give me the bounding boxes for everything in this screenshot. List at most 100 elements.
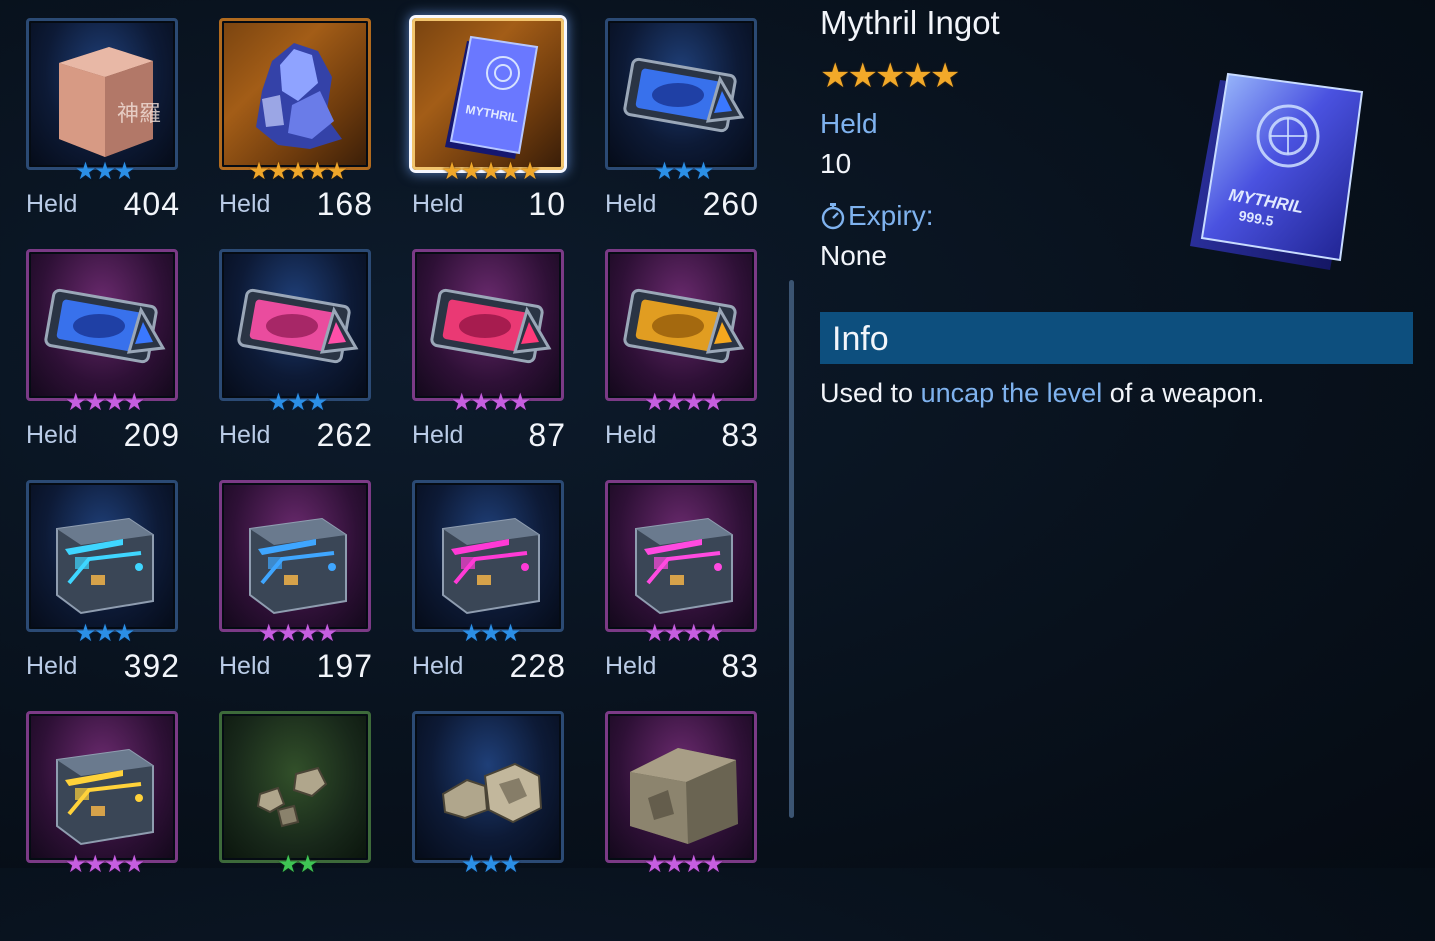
ore-medium-icon: [441, 762, 543, 824]
rarity-stars: ★★★★★: [441, 157, 541, 185]
item-tile[interactable]: [219, 18, 371, 170]
item-tile[interactable]: [605, 480, 757, 632]
item-description: Used to uncap the level of a weapon.: [820, 378, 1264, 409]
held-label: Held: [26, 421, 78, 449]
item-tile[interactable]: [219, 711, 371, 863]
held-count: 168: [316, 186, 373, 222]
held-label: Held: [820, 108, 878, 139]
rarity-stars: ★★★: [460, 850, 522, 878]
item-tile[interactable]: [219, 249, 371, 401]
item-tile[interactable]: [412, 711, 564, 863]
capsule-icon: [623, 288, 745, 364]
held-label: Held: [26, 190, 78, 218]
rarity-stars: ★★★: [267, 388, 329, 416]
inventory-slot[interactable]: ★★★ Held 260: [603, 18, 763, 248]
held-count: 228: [509, 648, 566, 684]
item-tile[interactable]: [412, 480, 564, 632]
mythril-ingot-image: MYTHRIL 999.5: [1190, 72, 1364, 270]
held-value: 10: [820, 148, 852, 179]
item-tile[interactable]: [412, 249, 564, 401]
inventory-slot[interactable]: ★★★★: [24, 711, 184, 941]
expiry-row: Expiry:: [820, 200, 934, 232]
inventory-slot[interactable]: ★★★★★ Held 168: [217, 18, 377, 248]
inventory-slot[interactable]: ★★★★ Held 87: [410, 249, 570, 479]
held-label: Held: [605, 190, 657, 218]
crate-icon: [249, 517, 347, 615]
inventory-slot[interactable]: MYTHRIL ★★★★★ Held 10: [410, 18, 570, 248]
crate-icon: [635, 517, 733, 615]
capsule-icon: [623, 57, 745, 133]
crate-icon: [56, 517, 154, 615]
inventory-grid: 神羅 ★★★ Held 404 ★★★★★ Held 168 MYTHRIL ★★★★★ He…: [0, 0, 790, 877]
held-label: Held: [219, 190, 271, 218]
capsule-icon: [44, 288, 166, 364]
inventory-slot[interactable]: ★★★★ Held 209: [24, 249, 184, 479]
inventory-slot[interactable]: 神羅 ★★★ Held 404: [24, 18, 184, 248]
crystal-icon: [256, 43, 342, 149]
info-heading: Info: [832, 320, 889, 358]
held-count: 260: [702, 186, 759, 222]
svg-text:神羅: 神羅: [117, 102, 161, 127]
inventory-slot[interactable]: ★★★ Held 262: [217, 249, 377, 479]
rarity-stars: ★★★★: [643, 850, 724, 878]
held-count: 197: [316, 648, 373, 684]
item-rarity-stars: ★★★★★: [820, 56, 960, 96]
rarity-stars: ★★★★: [643, 388, 724, 416]
expiry-value: None: [820, 240, 887, 271]
inventory-slot[interactable]: ★★★ Held 392: [24, 480, 184, 710]
item-tile[interactable]: [26, 711, 178, 863]
scrollbar[interactable]: [789, 280, 794, 818]
held-count: 262: [316, 417, 373, 453]
held-count: 10: [528, 186, 566, 222]
held-count: 87: [528, 417, 566, 453]
held-label: Held: [605, 652, 657, 680]
inventory-slot[interactable]: ★★: [217, 711, 377, 941]
item-tile[interactable]: 神羅: [26, 18, 178, 170]
rarity-stars: ★★★★: [257, 619, 338, 647]
rarity-stars: ★★★★: [64, 850, 145, 878]
inventory-slot[interactable]: ★★★: [410, 711, 570, 941]
inventory-slot[interactable]: ★★★★ Held 83: [603, 480, 763, 710]
ore-small-icon: [256, 766, 328, 828]
ingot-icon: MYTHRIL: [445, 35, 539, 159]
item-tile[interactable]: [26, 249, 178, 401]
desc-text-after: of a weapon.: [1102, 378, 1265, 408]
inventory-slot[interactable]: ★★★★ Held 197: [217, 480, 377, 710]
expiry-label: Expiry:: [848, 200, 934, 231]
held-label: Held: [219, 421, 271, 449]
item-tile[interactable]: [219, 480, 371, 632]
held-count: 404: [123, 186, 180, 222]
item-detail-panel: Mythril Ingot ★★★★★ Held 10 Expiry: None: [820, 0, 1415, 868]
held-label: Held: [26, 652, 78, 680]
held-label: Held: [412, 190, 464, 218]
item-tile[interactable]: MYTHRIL: [412, 18, 564, 170]
held-count: 392: [123, 648, 180, 684]
item-tile[interactable]: [605, 711, 757, 863]
rarity-stars: ★★★: [74, 619, 136, 647]
rarity-stars: ★★★★: [643, 619, 724, 647]
crate-icon: [56, 748, 154, 846]
rarity-stars: ★★★: [460, 619, 522, 647]
held-label: Held: [605, 421, 657, 449]
held-count: 209: [123, 417, 180, 453]
inventory-slot[interactable]: ★★★★: [603, 711, 763, 941]
rarity-stars: ★★★★★: [248, 157, 348, 185]
capsule-icon: [237, 288, 359, 364]
rarity-stars: ★★★★: [450, 388, 531, 416]
held-label: Held: [412, 652, 464, 680]
crate-icon: [442, 517, 540, 615]
held-count: 83: [721, 648, 759, 684]
held-count: 83: [721, 417, 759, 453]
ore-large-icon: [630, 748, 738, 844]
inventory-slot[interactable]: ★★★ Held 228: [410, 480, 570, 710]
rarity-stars: ★★★: [653, 157, 715, 185]
rarity-stars: ★★★★: [64, 388, 145, 416]
item-title: Mythril Ingot: [820, 4, 1000, 41]
desc-highlight: uncap the level: [920, 378, 1103, 408]
item-tile[interactable]: [605, 18, 757, 170]
inventory-slot[interactable]: ★★★★ Held 83: [603, 249, 763, 479]
copper-cube-icon: 神羅: [59, 47, 161, 157]
item-tile[interactable]: [605, 249, 757, 401]
item-tile[interactable]: [26, 480, 178, 632]
info-header: Info: [820, 312, 1413, 364]
